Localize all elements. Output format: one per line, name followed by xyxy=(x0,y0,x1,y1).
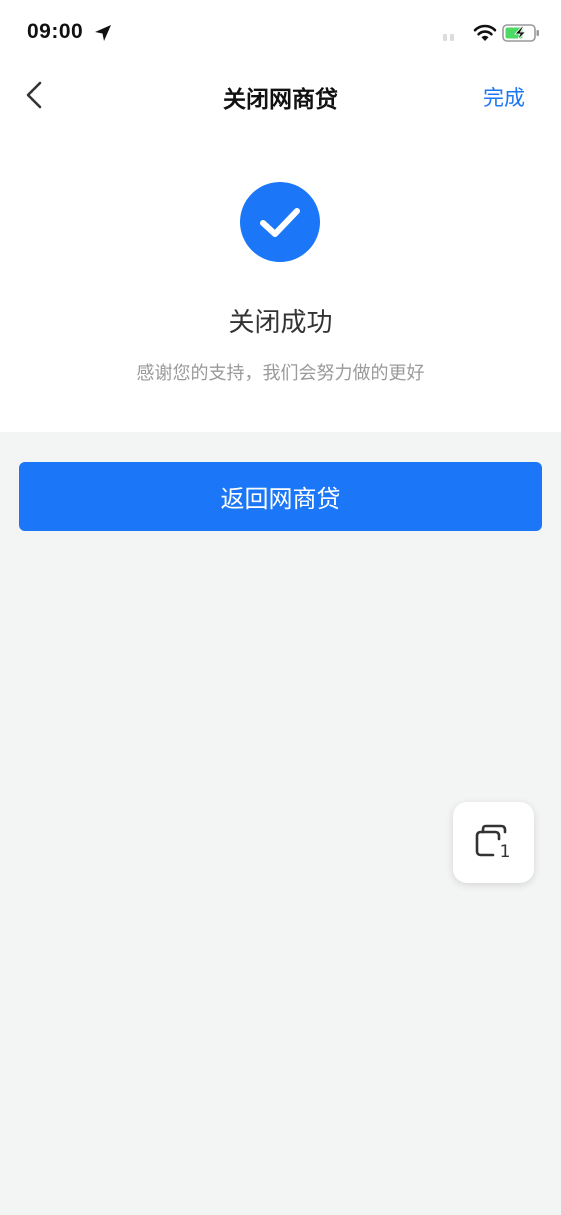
signal-icon xyxy=(443,34,454,41)
floating-count: 1 xyxy=(500,842,511,862)
return-button[interactable]: 返回网商贷 xyxy=(19,462,542,531)
status-bar: 09:00 xyxy=(0,0,561,66)
status-time: 09:00 xyxy=(27,20,84,43)
windows-stack-icon: 1 xyxy=(475,824,511,862)
check-circle-icon xyxy=(240,182,320,262)
location-arrow-icon xyxy=(95,25,111,41)
page-title: 关闭网商贷 xyxy=(223,87,338,113)
battery-charging-icon xyxy=(502,24,539,42)
done-button[interactable]: 完成 xyxy=(483,82,525,112)
navigation-bar: 关闭网商贷 完成 xyxy=(0,66,561,126)
wifi-icon xyxy=(473,24,497,41)
result-subtitle: 感谢您的支持，我们会努力做的更好 xyxy=(136,363,425,384)
result-title: 关闭成功 xyxy=(228,308,333,338)
floating-window-button[interactable]: 1 xyxy=(453,802,534,883)
